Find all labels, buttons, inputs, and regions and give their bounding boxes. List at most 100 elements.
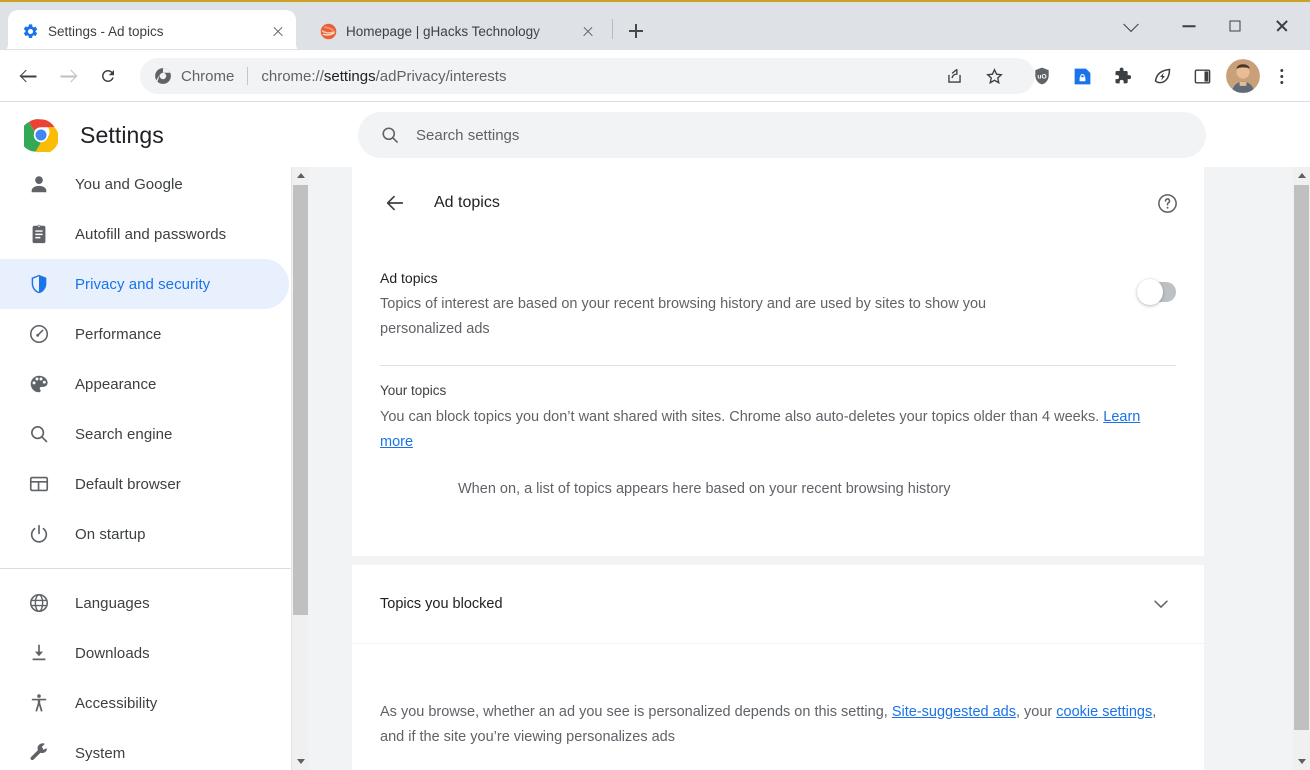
person-icon bbox=[28, 173, 50, 195]
your-topics-description: You can block topics you don’t want shar… bbox=[380, 405, 1176, 455]
sidebar-item-label: Search engine bbox=[75, 425, 173, 443]
tab-title: Settings - Ad topics bbox=[48, 23, 164, 39]
page-scroll-thumb[interactable] bbox=[1294, 185, 1309, 730]
browser-window-icon bbox=[28, 473, 50, 495]
three-dot-menu-icon[interactable] bbox=[1268, 60, 1296, 92]
tab-close-icon[interactable] bbox=[578, 21, 598, 41]
footer-card: As you browse, whether an ad you see is … bbox=[352, 644, 1204, 770]
footer-part1: As you browse, whether an ad you see is … bbox=[380, 704, 892, 720]
chevron-down-icon bbox=[1123, 16, 1139, 33]
new-tab-button[interactable] bbox=[622, 17, 650, 45]
sidebar-item-label: Appearance bbox=[75, 375, 157, 393]
sidebar-item-system[interactable]: System bbox=[0, 728, 291, 770]
your-topics-description-text: You can block topics you don’t want shar… bbox=[380, 409, 1104, 425]
sidebar-item-search-engine[interactable]: Search engine bbox=[0, 409, 291, 459]
sidebar-item-performance[interactable]: Performance bbox=[0, 309, 291, 359]
ad-topics-description: Topics of interest are based on your rec… bbox=[380, 296, 987, 337]
sidebar-scroll-thumb[interactable] bbox=[293, 185, 308, 615]
sidebar-item-label: Accessibility bbox=[75, 694, 158, 712]
close-window-button[interactable] bbox=[1258, 7, 1306, 45]
download-icon bbox=[28, 642, 50, 664]
sidebar-item-on-startup[interactable]: On startup bbox=[0, 509, 291, 559]
bookmark-star-icon[interactable] bbox=[978, 60, 1010, 92]
tab-separator bbox=[612, 19, 613, 39]
topics-you-blocked-card[interactable]: Topics you blocked bbox=[352, 565, 1204, 643]
topics-you-blocked-label: Topics you blocked bbox=[380, 596, 503, 612]
sidebar-item-label: Default browser bbox=[75, 475, 181, 493]
your-topics-section: Your topics You can block topics you don… bbox=[352, 380, 1204, 455]
help-icon[interactable] bbox=[1150, 186, 1184, 220]
tab-search-button[interactable] bbox=[1108, 7, 1154, 45]
maximize-button[interactable] bbox=[1212, 7, 1258, 45]
chevron-down-icon[interactable] bbox=[1144, 587, 1178, 621]
sidebar-item-you-and-google[interactable]: You and Google bbox=[0, 167, 291, 209]
sidebar-item-downloads[interactable]: Downloads bbox=[0, 628, 291, 678]
content-header: Ad topics bbox=[352, 167, 1204, 239]
search-settings-bar[interactable] bbox=[358, 112, 1206, 158]
sidebar-item-accessibility[interactable]: Accessibility bbox=[0, 678, 291, 728]
ad-topics-toggle[interactable] bbox=[1137, 279, 1176, 305]
sidebar-divider bbox=[0, 568, 291, 569]
puzzle-piece-icon[interactable] bbox=[1106, 60, 1138, 92]
side-panel-icon[interactable] bbox=[1186, 60, 1218, 92]
ad-topics-title: Ad topics bbox=[380, 270, 438, 286]
sidebar-item-privacy-and-security[interactable]: Privacy and security bbox=[0, 259, 289, 309]
arrow-left-icon bbox=[21, 69, 36, 84]
wrench-icon bbox=[28, 742, 50, 764]
speedometer-icon bbox=[28, 323, 50, 345]
tab-strip: Settings - Ad topics Homepage | gHacks T… bbox=[0, 0, 1310, 52]
tab-close-icon[interactable] bbox=[268, 21, 288, 41]
menu-dot bbox=[1280, 75, 1284, 79]
avatar[interactable] bbox=[1226, 59, 1260, 93]
triangle-down-icon bbox=[1297, 759, 1306, 764]
toggle-knob bbox=[1137, 279, 1163, 305]
site-suggested-ads-link[interactable]: Site-suggested ads bbox=[892, 704, 1016, 720]
chrome-logo-icon bbox=[24, 118, 58, 152]
sidebar-item-label: Languages bbox=[75, 594, 150, 612]
page-scrollbar[interactable] bbox=[1293, 167, 1310, 770]
sidebar-item-languages[interactable]: Languages bbox=[0, 578, 291, 628]
url-path: /adPrivacy/interests bbox=[375, 67, 507, 85]
page-scroll-up-button[interactable] bbox=[1293, 167, 1310, 185]
leaf-bolt-icon[interactable] bbox=[1146, 60, 1178, 92]
back-button[interactable] bbox=[12, 60, 44, 92]
reload-button[interactable] bbox=[92, 60, 124, 92]
page-scroll-down-button[interactable] bbox=[1293, 752, 1310, 770]
sidebar-item-autofill-and-passwords[interactable]: Autofill and passwords bbox=[0, 209, 291, 259]
forward-button[interactable] bbox=[52, 60, 84, 92]
menu-dot bbox=[1280, 69, 1284, 73]
tab-ghacks[interactable]: Homepage | gHacks Technology bbox=[306, 10, 606, 52]
your-topics-empty-message: When on, a list of topics appears here b… bbox=[458, 481, 951, 497]
address-bar[interactable]: Chrome chrome://settings/adPrivacy/inter… bbox=[140, 58, 1035, 94]
arrow-right-icon bbox=[60, 69, 76, 84]
your-topics-title: Your topics bbox=[380, 383, 447, 398]
footer-description: As you browse, whether an ad you see is … bbox=[380, 700, 1176, 750]
share-icon[interactable] bbox=[938, 60, 970, 92]
sidebar-item-label: Performance bbox=[75, 325, 162, 343]
settings-gear-icon bbox=[22, 23, 39, 40]
settings-sidebar: You and Google Autofill and passwords Pr… bbox=[0, 167, 291, 770]
sidebar-item-label: System bbox=[75, 744, 126, 762]
chrome-icon bbox=[154, 67, 172, 85]
search-input[interactable] bbox=[416, 126, 1186, 144]
back-button[interactable] bbox=[378, 186, 412, 220]
sidebar-scroll-up-button[interactable] bbox=[292, 167, 309, 185]
sidebar-scrollbar[interactable] bbox=[291, 167, 309, 770]
triangle-up-icon bbox=[1297, 173, 1306, 178]
triangle-down-icon bbox=[296, 759, 305, 764]
ublock-shield-icon[interactable]: uO bbox=[1026, 60, 1058, 92]
cookie-settings-link[interactable]: cookie settings bbox=[1056, 704, 1152, 720]
globe-icon bbox=[28, 592, 50, 614]
sidebar-item-default-browser[interactable]: Default browser bbox=[0, 459, 291, 509]
minimize-button[interactable] bbox=[1166, 7, 1212, 45]
ghacks-favicon bbox=[320, 23, 337, 40]
sidebar-item-appearance[interactable]: Appearance bbox=[0, 359, 291, 409]
menu-dot bbox=[1280, 81, 1284, 85]
tab-settings[interactable]: Settings - Ad topics bbox=[8, 10, 296, 52]
close-icon bbox=[1275, 19, 1289, 33]
maximize-icon bbox=[1229, 20, 1241, 32]
lock-extension-icon[interactable] bbox=[1066, 60, 1098, 92]
sidebar-item-label: On startup bbox=[75, 525, 146, 543]
clipboard-icon bbox=[28, 223, 50, 245]
sidebar-scroll-down-button[interactable] bbox=[292, 752, 309, 770]
